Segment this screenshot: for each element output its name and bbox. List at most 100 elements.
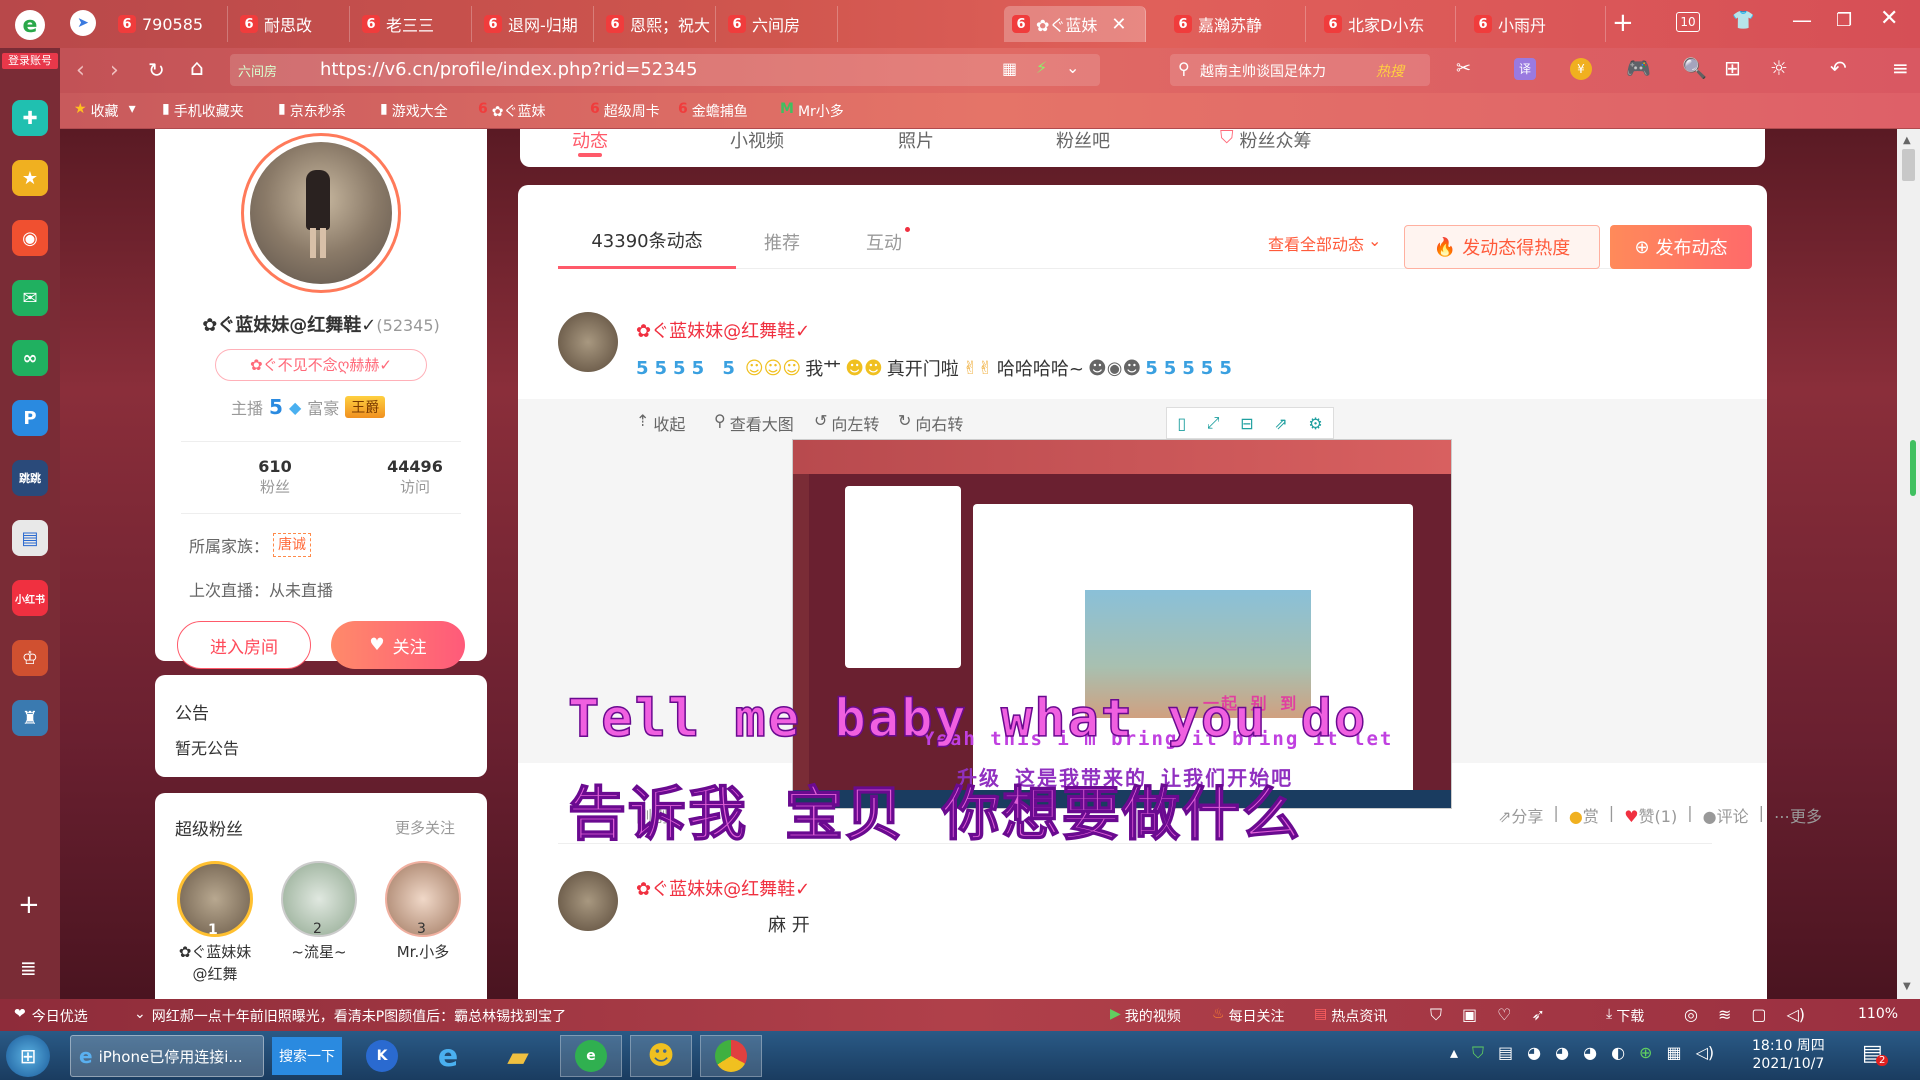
- image-icon[interactable]: ▣: [1462, 1005, 1477, 1025]
- clock[interactable]: 18:10 周四 2021/10/7: [1752, 1037, 1825, 1073]
- taskbar-browser-icon[interactable]: e: [560, 1035, 622, 1077]
- translate-icon[interactable]: 译: [1514, 58, 1536, 80]
- like-action[interactable]: ♥赞(1): [1624, 803, 1677, 827]
- tray-shield-icon[interactable]: ⛉: [1472, 1043, 1484, 1063]
- tab-10[interactable]: 6 小雨丹: [1466, 6, 1606, 42]
- tray-expand-icon[interactable]: ▴: [1450, 1043, 1458, 1063]
- avatar[interactable]: [241, 133, 401, 293]
- post-author-name[interactable]: ✿ぐ蓝妹妹@红舞鞋✓: [636, 317, 810, 343]
- xiaohongshu-icon[interactable]: 小红书: [12, 580, 48, 616]
- side-handle[interactable]: [1910, 440, 1916, 496]
- bookmark-icon[interactable]: ▯: [1177, 414, 1186, 433]
- collapse-action[interactable]: ⇡ 收起: [636, 411, 685, 435]
- sun-icon[interactable]: ☼: [1770, 56, 1788, 80]
- daily-focus[interactable]: ♨ 每日关注: [1212, 1006, 1285, 1026]
- zoom-level[interactable]: 110%: [1858, 1006, 1898, 1022]
- search-box[interactable]: ⚲ 越南主帅谈国足体力 热搜: [1170, 54, 1430, 86]
- restore-icon[interactable]: ❐: [1836, 10, 1852, 31]
- rotate-left-action[interactable]: ↺ 向左转: [814, 411, 879, 435]
- grid-icon[interactable]: ⊞: [1724, 56, 1741, 80]
- fullscreen-icon[interactable]: ⤢: [1207, 413, 1220, 433]
- settings-icon[interactable]: ⚙: [1308, 414, 1322, 433]
- lightning-icon[interactable]: ⚡: [1036, 58, 1047, 77]
- link-icon[interactable]: ∞: [12, 340, 48, 376]
- rotate-right-action[interactable]: ↻ 向右转: [898, 411, 963, 435]
- notification-icon[interactable]: ▤ 2: [1862, 1041, 1889, 1066]
- feed-tab-interact[interactable]: 互动: [866, 227, 910, 255]
- fan-item[interactable]: 2 ~流星~: [279, 861, 359, 962]
- search-once-button[interactable]: 搜索一下: [272, 1037, 342, 1075]
- post2-avatar[interactable]: [558, 871, 618, 931]
- save-icon[interactable]: ⊟: [1240, 414, 1253, 433]
- tray-doc-icon[interactable]: ▤: [1498, 1043, 1513, 1063]
- scroll-up-arrow[interactable]: ▲: [1903, 135, 1911, 146]
- tab-dynamic[interactable]: 动态: [572, 129, 608, 153]
- close-tab-icon[interactable]: ✕: [1111, 14, 1126, 35]
- refresh-icon[interactable]: ↻: [148, 58, 165, 82]
- mail-icon[interactable]: ✉: [12, 280, 48, 316]
- doc-icon[interactable]: ▤: [12, 520, 48, 556]
- wifi-icon[interactable]: ≋: [1718, 1005, 1731, 1024]
- game-app-2-icon[interactable]: ♔: [12, 640, 48, 676]
- p-app-icon[interactable]: P: [12, 400, 48, 436]
- bookmark-favorites[interactable]: ★ 收藏 ▾: [74, 101, 136, 121]
- tab-7-active[interactable]: 6 ✿ぐ蓝妹 ✕: [1004, 6, 1146, 42]
- fan-item[interactable]: 3 Mr.小多: [383, 861, 463, 962]
- list-icon[interactable]: ≣: [20, 956, 37, 980]
- more-action[interactable]: ⋯更多: [1774, 803, 1822, 827]
- bookmark-item[interactable]: 6 金蟾捕鱼: [678, 101, 748, 121]
- taskbar-k-icon[interactable]: K: [354, 1037, 410, 1075]
- heart-outline-icon[interactable]: ♡: [1497, 1005, 1511, 1025]
- tab-8[interactable]: 6 嘉瀚苏静: [1166, 6, 1306, 42]
- qr-icon[interactable]: ▦: [1002, 59, 1017, 78]
- comment-action[interactable]: ●评论: [1703, 803, 1749, 827]
- taskbar-ie-window[interactable]: e iPhone已停用连接i...: [70, 1035, 264, 1077]
- share-icon[interactable]: ⇗: [1274, 414, 1287, 433]
- bookmark-item[interactable]: ▮ 手机收藏夹: [162, 101, 244, 121]
- tab-short-video[interactable]: 小视频: [730, 129, 784, 153]
- favorite-star-icon[interactable]: ★: [12, 160, 48, 196]
- tab-fan-club[interactable]: 粉丝吧: [1056, 129, 1110, 153]
- start-button[interactable]: ⊞: [6, 1035, 50, 1077]
- skin-icon[interactable]: 👕: [1732, 10, 1754, 31]
- dropdown-icon[interactable]: ⌄: [1066, 58, 1079, 77]
- tab-crowdfunding[interactable]: ⛉ 粉丝众筹: [1220, 129, 1312, 153]
- tray-app-icon[interactable]: ◐: [1611, 1043, 1625, 1063]
- tab-1[interactable]: 6 790585: [110, 6, 228, 42]
- tray-volume-icon[interactable]: ◁): [1696, 1043, 1715, 1063]
- share-action[interactable]: ⇗分享: [1498, 803, 1543, 827]
- home-icon[interactable]: ⌂: [190, 56, 204, 81]
- view-large-action[interactable]: ⚲ 查看大图: [714, 411, 794, 435]
- family-badge[interactable]: 唐诚: [273, 533, 312, 557]
- tab-6[interactable]: 6 六间房: [720, 6, 838, 42]
- tab-2[interactable]: 6 耐思改: [232, 6, 350, 42]
- weibo-icon[interactable]: ◉: [12, 220, 48, 256]
- tab-9[interactable]: 6 北家D小东: [1316, 6, 1456, 42]
- my-videos[interactable]: ▶ 我的视频: [1110, 1006, 1181, 1026]
- post-author-avatar[interactable]: [558, 312, 618, 372]
- login-badge[interactable]: 登录账号: [2, 53, 58, 69]
- volume-icon[interactable]: ◁): [1787, 1005, 1806, 1024]
- taskbar-game-icon[interactable]: ☻: [630, 1035, 692, 1077]
- fans-stat[interactable]: 610 粉丝: [225, 457, 325, 497]
- send-icon[interactable]: ➤: [70, 10, 96, 36]
- visits-stat[interactable]: 44496 访问: [365, 457, 465, 497]
- reward-action[interactable]: ●赏: [1569, 803, 1599, 827]
- undo-icon[interactable]: ↶: [1830, 56, 1847, 80]
- bookmark-item[interactable]: 6 ✿ぐ蓝妹: [478, 101, 545, 121]
- post2-author-name[interactable]: ✿ぐ蓝妹妹@红舞鞋✓: [636, 875, 810, 901]
- bookmark-item[interactable]: ▮ 京东秒杀: [278, 101, 346, 121]
- feed-tab-recommend[interactable]: 推荐: [764, 229, 800, 255]
- taskbar-chrome-icon[interactable]: [700, 1035, 762, 1077]
- menu-icon[interactable]: ≡: [1892, 56, 1909, 80]
- news-ticker[interactable]: ⌄ 网红郝一点十年前旧照曝光，看清未P图颜值后：霸总林锡找到宝了: [134, 1006, 566, 1026]
- taskbar-folder-icon[interactable]: ▰: [490, 1037, 546, 1075]
- minimize-icon[interactable]: —: [1792, 8, 1812, 32]
- fan-item[interactable]: 1 ✿ぐ蓝妹妹@红舞: [175, 861, 255, 985]
- rocket-icon[interactable]: ➶: [1531, 1005, 1544, 1025]
- magnifier-icon[interactable]: 🔍: [1682, 56, 1707, 80]
- bookmark-item[interactable]: 6 超级周卡: [590, 101, 660, 121]
- heat-button[interactable]: 🔥 发动态得热度: [1404, 225, 1600, 269]
- bookmark-item[interactable]: ▮ 游戏大全: [380, 101, 448, 121]
- scroll-thumb[interactable]: [1902, 149, 1915, 181]
